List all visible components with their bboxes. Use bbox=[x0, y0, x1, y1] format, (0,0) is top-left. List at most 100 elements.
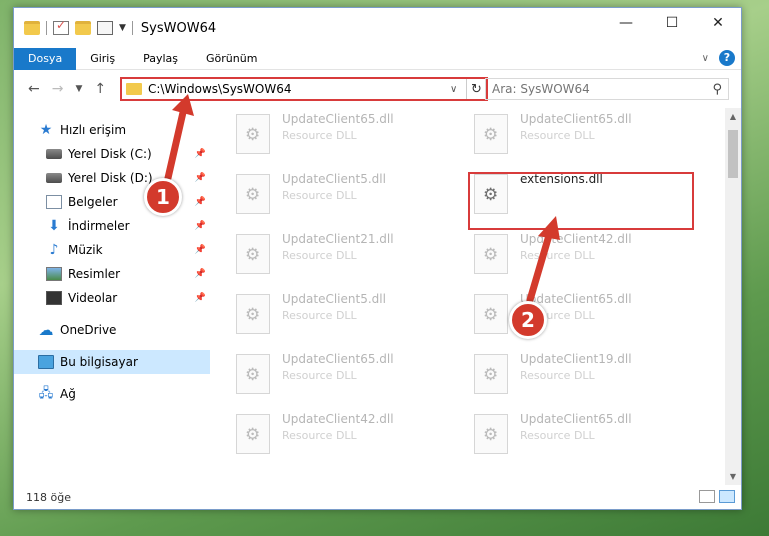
tab-view[interactable]: Görünüm bbox=[192, 48, 271, 70]
minimize-button[interactable]: — bbox=[603, 8, 649, 38]
music-icon: ♪ bbox=[49, 242, 59, 258]
pin-icon[interactable]: 📌 bbox=[195, 197, 206, 207]
file-item[interactable]: UpdateClient65.dllResource DLL bbox=[474, 290, 674, 340]
sidebar-item-disk-c[interactable]: Yerel Disk (C:) 📌 bbox=[14, 142, 210, 166]
disk-icon bbox=[46, 149, 62, 159]
file-name: UpdateClient19.dll bbox=[520, 352, 632, 366]
back-arrow-icon[interactable]: ← bbox=[28, 81, 40, 97]
dll-file-icon bbox=[236, 414, 270, 454]
file-item[interactable]: UpdateClient21.dll Resource DLL bbox=[236, 230, 436, 280]
window-controls: — ☐ ✕ bbox=[603, 8, 741, 38]
file-item[interactable]: UpdateClient65.dllResource DLL bbox=[236, 350, 436, 400]
sidebar-item-downloads[interactable]: ⬇ İndirmeler 📌 bbox=[14, 214, 210, 238]
file-list: UpdateClient65.dll Resource DLL UpdateCli… bbox=[210, 108, 741, 485]
sidebar-item-label: Belgeler bbox=[68, 195, 118, 209]
sidebar-item-pictures[interactable]: Resimler 📌 bbox=[14, 262, 210, 286]
file-name: UpdateClient21.dll bbox=[282, 232, 394, 246]
sidebar-item-network[interactable]: 🖧 Ağ bbox=[14, 382, 210, 406]
file-name: UpdateClient5.dll bbox=[282, 172, 386, 186]
file-name: UpdateClient5.dll bbox=[282, 292, 386, 306]
dll-file-icon bbox=[474, 414, 508, 454]
search-icon[interactable]: ⚲ bbox=[712, 82, 722, 97]
pin-icon[interactable]: 📌 bbox=[195, 293, 206, 303]
file-item[interactable]: UpdateClient42.dll Resource DLL bbox=[474, 230, 674, 280]
scroll-down-icon[interactable]: ▼ bbox=[725, 472, 741, 481]
item-count: 118 öğe bbox=[26, 490, 71, 504]
videos-icon bbox=[46, 291, 62, 305]
file-item[interactable]: UpdateClient65.dllResource DLL bbox=[474, 110, 674, 160]
file-type: Resource DLL bbox=[520, 129, 595, 142]
tab-file[interactable]: Dosya bbox=[14, 47, 77, 70]
help-icon[interactable]: ? bbox=[719, 50, 735, 66]
pin-icon[interactable]: 📌 bbox=[195, 149, 206, 159]
properties-icon[interactable] bbox=[97, 21, 113, 35]
address-path[interactable]: C:\Windows\SysWOW64 bbox=[148, 82, 450, 96]
file-type: Resource DLL bbox=[282, 429, 357, 442]
large-icons-view-icon[interactable] bbox=[719, 490, 735, 503]
dll-file-icon bbox=[474, 294, 508, 334]
refresh-icon[interactable]: ↻ bbox=[466, 79, 486, 99]
dll-file-icon bbox=[236, 234, 270, 274]
properties-check-icon[interactable] bbox=[53, 18, 69, 35]
dll-file-icon bbox=[474, 354, 508, 394]
address-bar[interactable]: C:\Windows\SysWOW64 ∨ ↻ bbox=[120, 77, 488, 101]
file-item[interactable]: UpdateClient19.dll Resource DLL bbox=[474, 350, 674, 400]
scroll-up-icon[interactable]: ▲ bbox=[725, 112, 741, 121]
recent-dropdown-icon[interactable]: ▼ bbox=[75, 84, 82, 94]
maximize-button[interactable]: ☐ bbox=[649, 8, 695, 38]
explorer-window: ▼ SysWOW64 — ☐ ✕ Dosya Giriş Paylaş Görü… bbox=[13, 7, 742, 510]
star-icon: ★ bbox=[39, 122, 53, 138]
sidebar-item-quick-access[interactable]: ★ Hızlı erişim bbox=[14, 118, 210, 142]
ribbon-tabs: Dosya Giriş Paylaş Görünüm ∨ ? bbox=[14, 47, 741, 70]
quick-access-toolbar: ▼ bbox=[14, 18, 133, 35]
sidebar-item-disk-d[interactable]: Yerel Disk (D:) 📌 bbox=[14, 166, 210, 190]
sidebar-item-label: Resimler bbox=[68, 267, 121, 281]
title-bar: ▼ SysWOW64 — ☐ ✕ bbox=[14, 8, 741, 48]
sidebar-item-label: Bu bilgisayar bbox=[60, 355, 138, 369]
dll-file-icon bbox=[474, 234, 508, 274]
sidebar-item-label: Videolar bbox=[68, 291, 118, 305]
pin-icon[interactable]: 📌 bbox=[195, 221, 206, 231]
navigation-buttons: ← → ▼ ↑ bbox=[20, 81, 124, 97]
tab-home[interactable]: Giriş bbox=[76, 48, 129, 70]
sidebar-item-label: Ağ bbox=[60, 387, 76, 401]
file-item[interactable]: UpdateClient65.dllResource DLL bbox=[474, 410, 674, 460]
pin-icon[interactable]: 📌 bbox=[195, 245, 206, 255]
details-view-icon[interactable] bbox=[699, 490, 715, 503]
expand-ribbon-icon[interactable]: ∨ bbox=[702, 53, 709, 64]
pin-icon[interactable]: 📌 bbox=[195, 173, 206, 183]
file-item[interactable]: UpdateClient5.dll Resource DLL bbox=[236, 290, 436, 340]
file-type: Resource DLL bbox=[282, 129, 357, 142]
file-item[interactable]: UpdateClient5.dll Resource DLL bbox=[236, 170, 436, 220]
up-arrow-icon[interactable]: ↑ bbox=[94, 81, 106, 97]
search-input[interactable] bbox=[492, 82, 713, 96]
file-type: Resource DLL bbox=[520, 249, 595, 262]
sidebar-item-label: İndirmeler bbox=[68, 219, 130, 233]
close-button[interactable]: ✕ bbox=[695, 8, 741, 38]
qat-dropdown-icon[interactable]: ▼ bbox=[119, 23, 126, 33]
vertical-scrollbar[interactable]: ▲ ▼ bbox=[725, 108, 741, 485]
sidebar-item-videos[interactable]: Videolar 📌 bbox=[14, 286, 210, 310]
forward-arrow-icon[interactable]: → bbox=[52, 81, 64, 97]
sidebar-item-label: Müzik bbox=[68, 243, 103, 257]
new-folder-icon[interactable] bbox=[75, 21, 91, 35]
search-box[interactable]: ⚲ bbox=[485, 78, 729, 100]
pin-icon[interactable]: 📌 bbox=[195, 269, 206, 279]
file-item[interactable]: UpdateClient65.dll Resource DLL bbox=[236, 110, 436, 160]
main-area: ★ Hızlı erişim Yerel Disk (C:) 📌 Yerel D… bbox=[14, 108, 741, 485]
sidebar-item-onedrive[interactable]: ☁ OneDrive bbox=[14, 318, 210, 342]
sidebar-item-this-pc[interactable]: Bu bilgisayar bbox=[14, 350, 210, 374]
chevron-down-icon[interactable]: ∨ bbox=[450, 84, 466, 95]
file-type: Resource DLL bbox=[282, 189, 357, 202]
file-name: UpdateClient65.dll bbox=[282, 112, 394, 126]
tab-share[interactable]: Paylaş bbox=[129, 48, 192, 70]
scroll-thumb[interactable] bbox=[728, 130, 738, 178]
pictures-icon bbox=[46, 267, 62, 281]
status-bar: 118 öğe bbox=[14, 485, 741, 509]
sidebar-item-music[interactable]: ♪ Müzik 📌 bbox=[14, 238, 210, 262]
dll-file-icon bbox=[236, 294, 270, 334]
file-item[interactable]: UpdateClient42.dll Resource DLL bbox=[236, 410, 436, 460]
highlight-box bbox=[468, 172, 694, 230]
address-row: ← → ▼ ↑ C:\Windows\SysWOW64 ∨ ↻ ⚲ bbox=[14, 70, 741, 108]
